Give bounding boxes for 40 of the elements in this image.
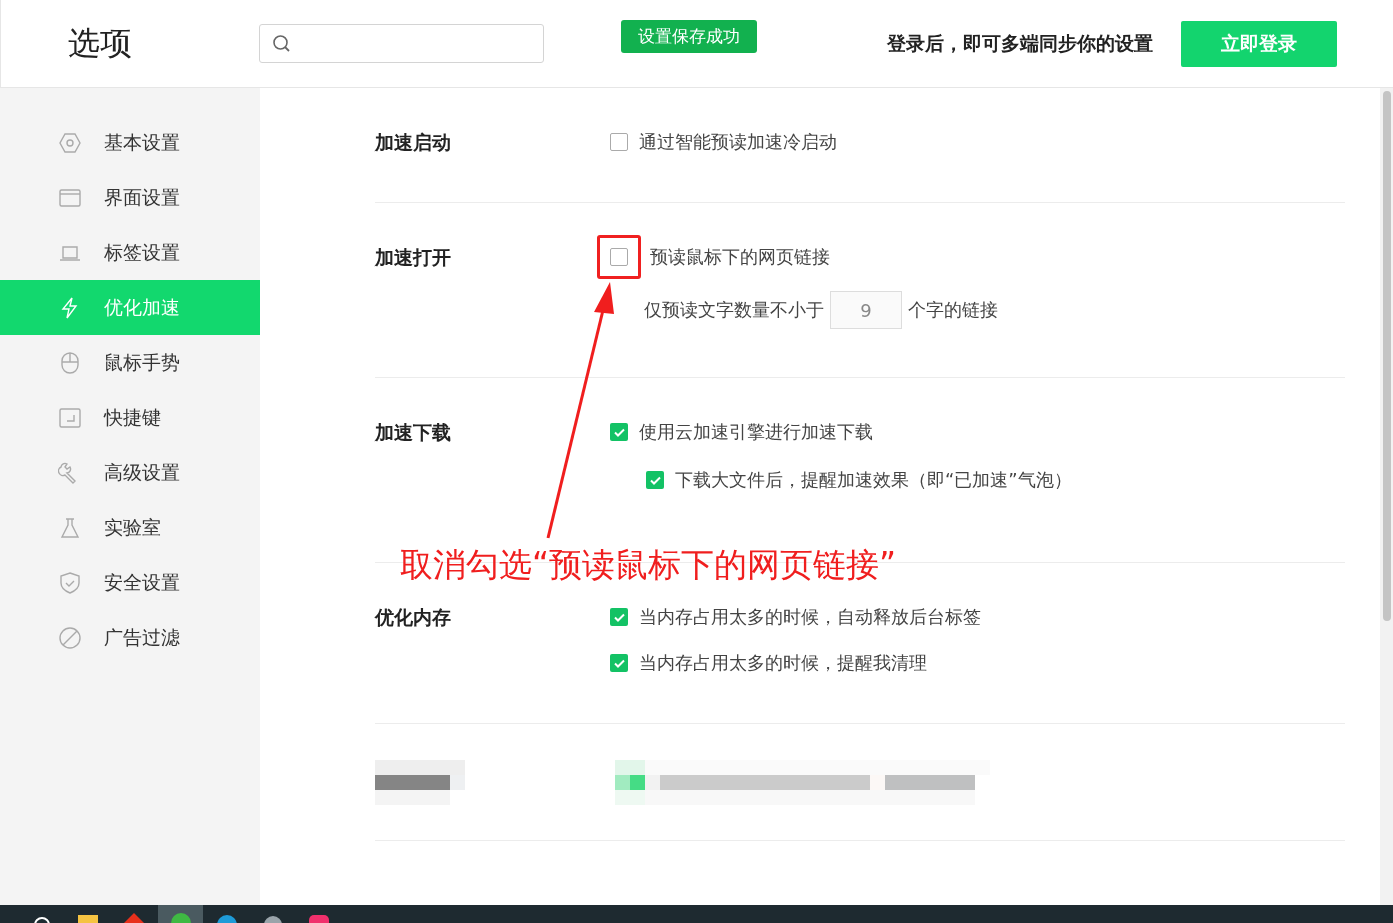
checkbox[interactable] — [610, 608, 628, 626]
search-field[interactable] — [259, 24, 544, 63]
login-prompt: 登录后，即可多端同步你的设置 — [887, 30, 1153, 56]
section-title: 加速启动 — [375, 130, 452, 154]
sidebar-item[interactable]: 基本设置 — [0, 115, 260, 170]
annotation-text: 取消勾选“预读鼠标下的网页链接” — [400, 544, 897, 586]
option-label: 下载大文件后，提醒加速效果（即“已加速”气泡） — [675, 468, 1072, 492]
option-label: 当内存占用太多的时候，提醒我清理 — [639, 651, 927, 675]
option-label: 个字的链接 — [908, 298, 998, 322]
section-title: 优化内存 — [375, 605, 452, 630]
sidebar-item[interactable]: 界面设置 — [0, 170, 260, 225]
sidebar-item[interactable]: 快捷键 — [0, 390, 260, 445]
keyboard-key-icon — [58, 405, 82, 430]
option-label: 预读鼠标下的网页链接 — [650, 245, 830, 269]
flask-icon — [58, 515, 82, 540]
option-label: 通过智能预读加速冷启动 — [639, 130, 837, 154]
option-label: 仅预读文字数量不小于 — [644, 298, 824, 322]
checkbox[interactable] — [646, 471, 664, 489]
section-title: 加速下载 — [375, 420, 452, 445]
save-success-toast: 设置保存成功 — [621, 20, 757, 53]
browser-app-icon[interactable] — [158, 905, 203, 923]
checkbox[interactable] — [610, 423, 628, 441]
section-title: 加速打开 — [375, 245, 452, 270]
hexagon-icon — [58, 130, 82, 155]
checkbox[interactable] — [610, 248, 628, 266]
sidebar-item[interactable]: 广告过滤 — [0, 610, 260, 665]
search-icon — [272, 33, 292, 54]
option-label: 当内存占用太多的时候，自动释放后台标签 — [639, 605, 981, 629]
page-title: 选项 — [67, 22, 133, 64]
sidebar-item[interactable]: 实验室 — [0, 500, 260, 555]
prohibited-icon — [58, 625, 82, 650]
option-label: 使用云加速引擎进行加速下载 — [639, 420, 873, 444]
shield-check-icon — [58, 570, 82, 595]
sidebar-item[interactable]: 鼠标手势 — [0, 335, 260, 390]
sidebar-item[interactable]: 安全设置 — [0, 555, 260, 610]
checkbox[interactable] — [610, 654, 628, 672]
mouse-icon — [58, 350, 82, 375]
sidebar-item[interactable]: 标签设置 — [0, 225, 260, 280]
sidebar-item[interactable]: 高级设置 — [0, 445, 260, 500]
checkbox[interactable] — [610, 133, 628, 151]
